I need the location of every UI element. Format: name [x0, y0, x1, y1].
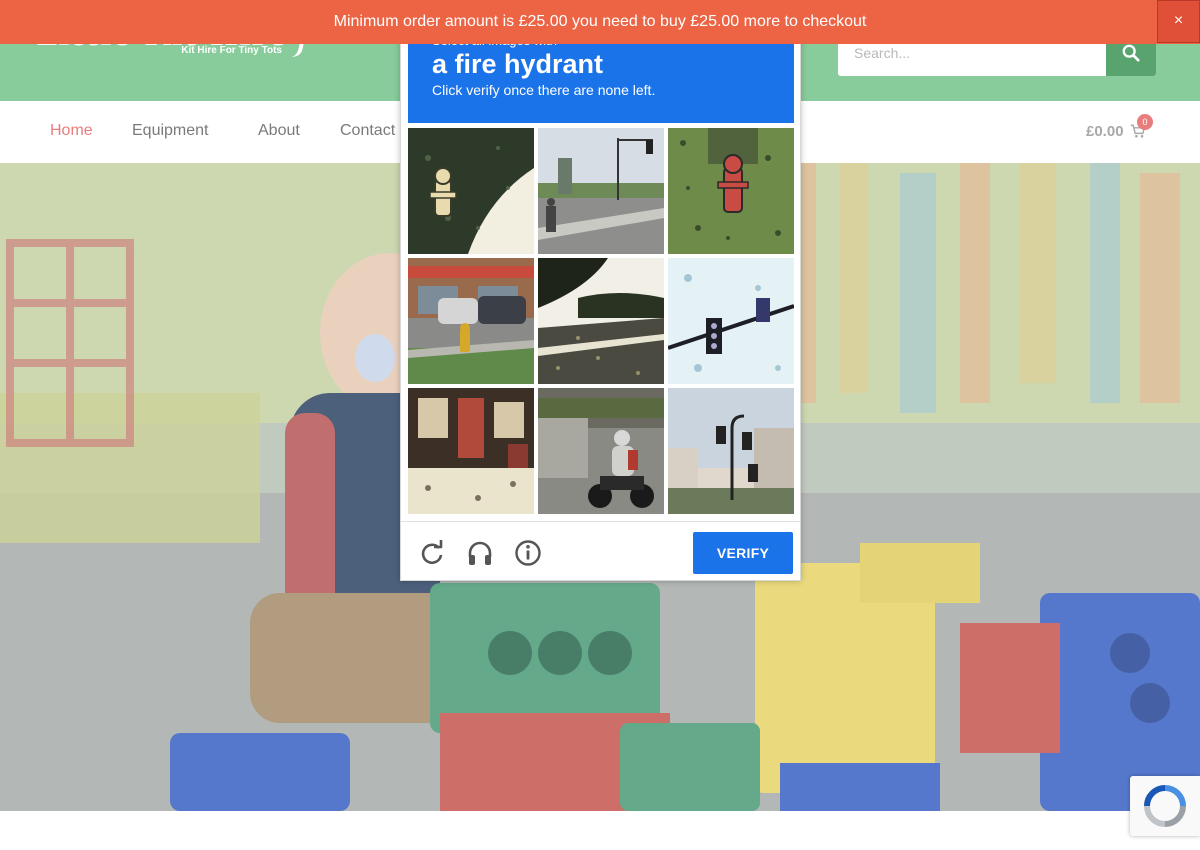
- recaptcha-badge[interactable]: [1130, 776, 1200, 836]
- captcha-image-grid: [408, 128, 794, 514]
- tile-image-building: [408, 388, 534, 514]
- tile-image-road-trees: [538, 258, 664, 384]
- tile-image-traffic-light-sky: [668, 258, 794, 384]
- reload-icon[interactable]: [418, 539, 446, 567]
- captcha-tile-5[interactable]: [538, 258, 664, 384]
- recaptcha-logo-icon: [1144, 785, 1186, 827]
- tile-image-hydrant-grass: [408, 128, 534, 254]
- cart-button[interactable]: £0.00 0: [1086, 114, 1153, 142]
- captcha-tile-7[interactable]: [408, 388, 534, 514]
- logo-tagline: Kit Hire For Tiny Tots: [181, 45, 282, 56]
- captcha-tile-4[interactable]: [408, 258, 534, 384]
- notice-close-button[interactable]: ×: [1157, 0, 1200, 43]
- tile-image-motorcyclist: [538, 388, 664, 514]
- captcha-dialog: Select all images with a fire hydrant Cl…: [400, 26, 801, 581]
- tile-image-traffic-lights-buildings: [668, 388, 794, 514]
- captcha-tile-3[interactable]: [668, 128, 794, 254]
- audio-icon[interactable]: [466, 539, 494, 567]
- tile-image-storefront-cars: [408, 258, 534, 384]
- captcha-tile-8[interactable]: [538, 388, 664, 514]
- nav-item-contact[interactable]: Contact: [340, 122, 395, 140]
- tile-image-red-hydrant-grass: [668, 128, 794, 254]
- page: Little Kit Hire Kit Hire For Tiny Tots t…: [0, 0, 1200, 850]
- nav-item-home[interactable]: Home: [50, 122, 93, 140]
- info-icon[interactable]: [514, 539, 542, 567]
- verify-button[interactable]: VERIFY: [693, 532, 793, 574]
- captcha-footer: VERIFY: [401, 521, 800, 581]
- tile-image-street-crossing: [538, 128, 664, 254]
- search-icon: [1122, 44, 1140, 62]
- captcha-instruction: Click verify once there are none left.: [432, 82, 656, 98]
- minimum-order-notice: Minimum order amount is £25.00 you need …: [0, 0, 1200, 44]
- captcha-tile-6[interactable]: [668, 258, 794, 384]
- captcha-tile-2[interactable]: [538, 128, 664, 254]
- captcha-tile-9[interactable]: [668, 388, 794, 514]
- captcha-tile-1[interactable]: [408, 128, 534, 254]
- notice-text: Minimum order amount is £25.00 you need …: [333, 13, 867, 30]
- cart-total: £0.00: [1086, 122, 1124, 140]
- cart-count-badge: 0: [1137, 114, 1153, 130]
- nav-item-equipment[interactable]: Equipment: [132, 122, 209, 140]
- captcha-target-object: a fire hydrant: [432, 49, 604, 79]
- nav-item-about[interactable]: About: [258, 122, 300, 140]
